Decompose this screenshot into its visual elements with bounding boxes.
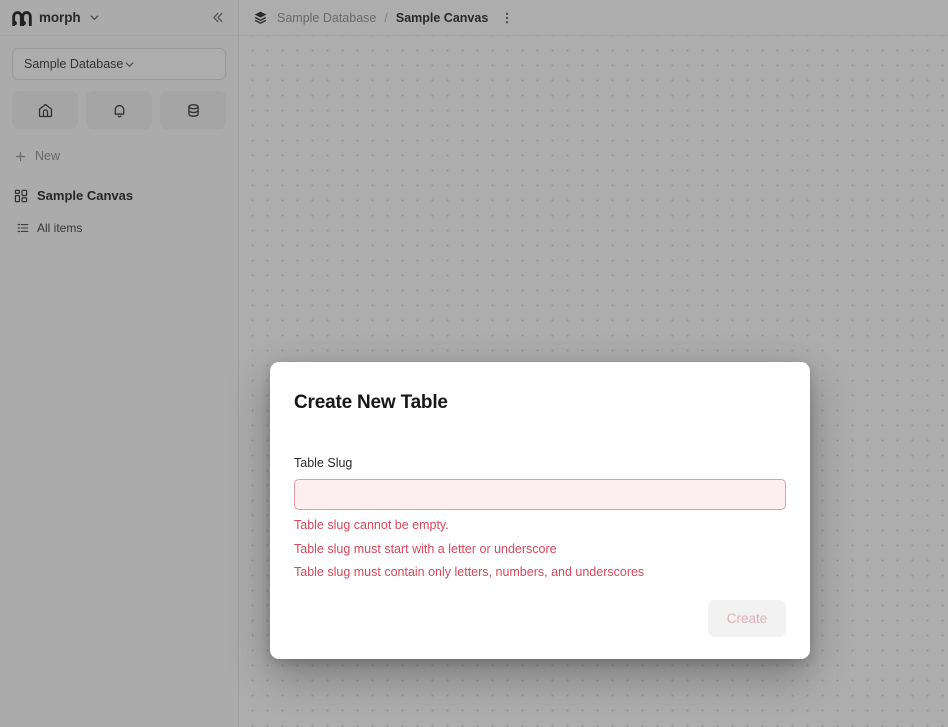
validation-error: Table slug cannot be empty. <box>294 518 449 532</box>
validation-error: Table slug must start with a letter or u… <box>294 541 557 556</box>
table-slug-label: Table Slug <box>294 456 353 470</box>
dialog-actions: Create <box>294 599 786 637</box>
create-new-table-dialog: Create New Table Table Slug Table slug c… <box>270 362 810 659</box>
table-slug-input[interactable] <box>294 479 786 510</box>
app-root: morph Sample Database New Sample Canvas … <box>0 0 948 727</box>
dialog-title: Create New Table <box>294 392 448 413</box>
validation-error: Table slug must contain only letters, nu… <box>294 565 645 579</box>
validation-errors: Table slug cannot be empty. Table slug m… <box>294 519 786 579</box>
create-button[interactable]: Create <box>708 599 786 637</box>
